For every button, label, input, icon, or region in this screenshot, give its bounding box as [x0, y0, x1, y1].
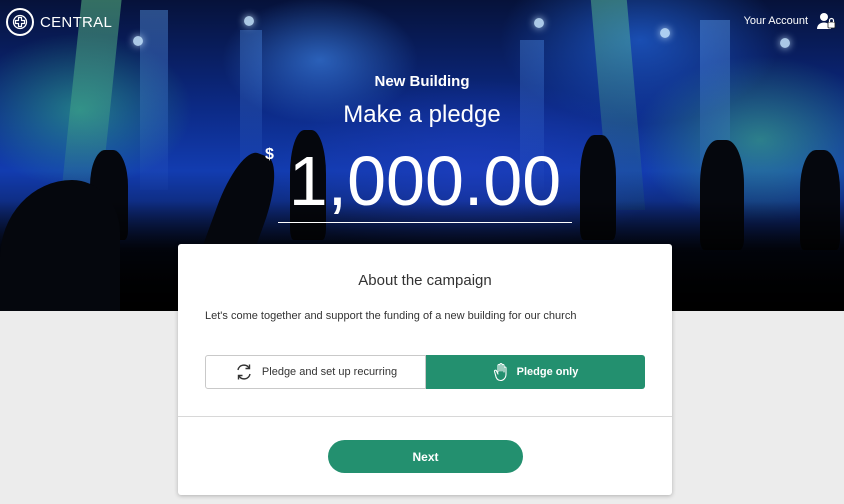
campaign-description: Let's come together and support the fund… — [205, 310, 577, 322]
pledge-heading: Make a pledge — [343, 101, 501, 128]
user-lock-icon — [817, 13, 836, 29]
pledge-only-option[interactable]: Pledge only — [426, 355, 645, 389]
currency-symbol: $ — [265, 146, 274, 163]
account-label: Your Account — [743, 15, 808, 27]
campaign-card: About the campaign Let's come together a… — [178, 244, 672, 495]
amount-input[interactable]: $ 1,000.00 — [265, 140, 572, 223]
account-link[interactable]: Your Account — [744, 12, 836, 30]
next-button[interactable]: Next — [328, 440, 523, 473]
crowd-silhouette — [0, 180, 120, 311]
refresh-icon — [237, 364, 251, 380]
cross-circle-icon — [6, 8, 34, 36]
hand-icon — [493, 362, 507, 382]
pledge-type-toggle: Pledge and set up recurring Pledge only — [205, 355, 645, 389]
brand-logo[interactable]: CENTRAL — [6, 8, 112, 36]
card-divider — [178, 416, 672, 417]
card-title: About the campaign — [358, 272, 492, 289]
brand-name: CENTRAL — [40, 13, 113, 31]
top-bar: CENTRAL Your Account — [0, 0, 844, 44]
pledge-recurring-option[interactable]: Pledge and set up recurring — [205, 355, 426, 389]
pledge-only-label: Pledge only — [516, 366, 579, 378]
amount-value[interactable]: 1,000.00 — [278, 140, 572, 222]
pledge-recurring-label: Pledge and set up recurring — [261, 366, 398, 378]
campaign-name: New Building — [374, 73, 470, 90]
